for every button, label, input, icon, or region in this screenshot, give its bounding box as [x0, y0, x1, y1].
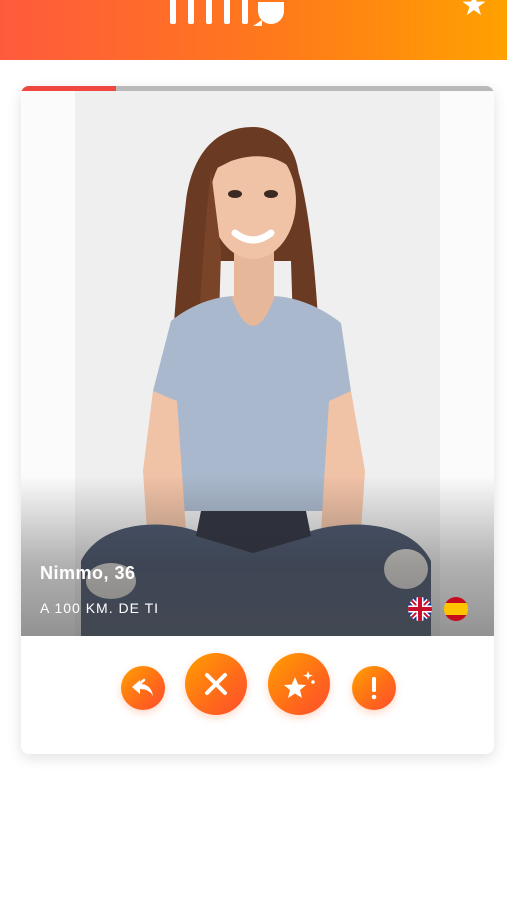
report-button[interactable]	[352, 666, 396, 710]
profile-photo[interactable]: Nimmo, 36 A 100 KM. DE TI	[21, 91, 494, 636]
super-like-button[interactable]	[268, 653, 330, 715]
profile-name-age: Nimmo, 36	[40, 563, 136, 583]
uk-flag-icon	[408, 597, 432, 621]
exclamation-icon	[371, 677, 377, 700]
app-logo	[170, 0, 284, 26]
action-bar	[21, 636, 494, 754]
sparkle-star-icon	[284, 671, 315, 698]
undo-arrow-icon	[132, 678, 153, 696]
profile-distance: A 100 KM. DE TI	[40, 600, 160, 616]
nope-button[interactable]	[185, 653, 247, 715]
star-icon[interactable]: ★	[458, 0, 490, 21]
spain-flag-icon	[444, 597, 468, 621]
undo-button[interactable]	[121, 666, 165, 710]
top-app-bar: ★	[0, 0, 507, 60]
close-icon	[205, 673, 227, 695]
profile-card[interactable]: Nimmo, 36 A 100 KM. DE TI	[21, 86, 494, 754]
